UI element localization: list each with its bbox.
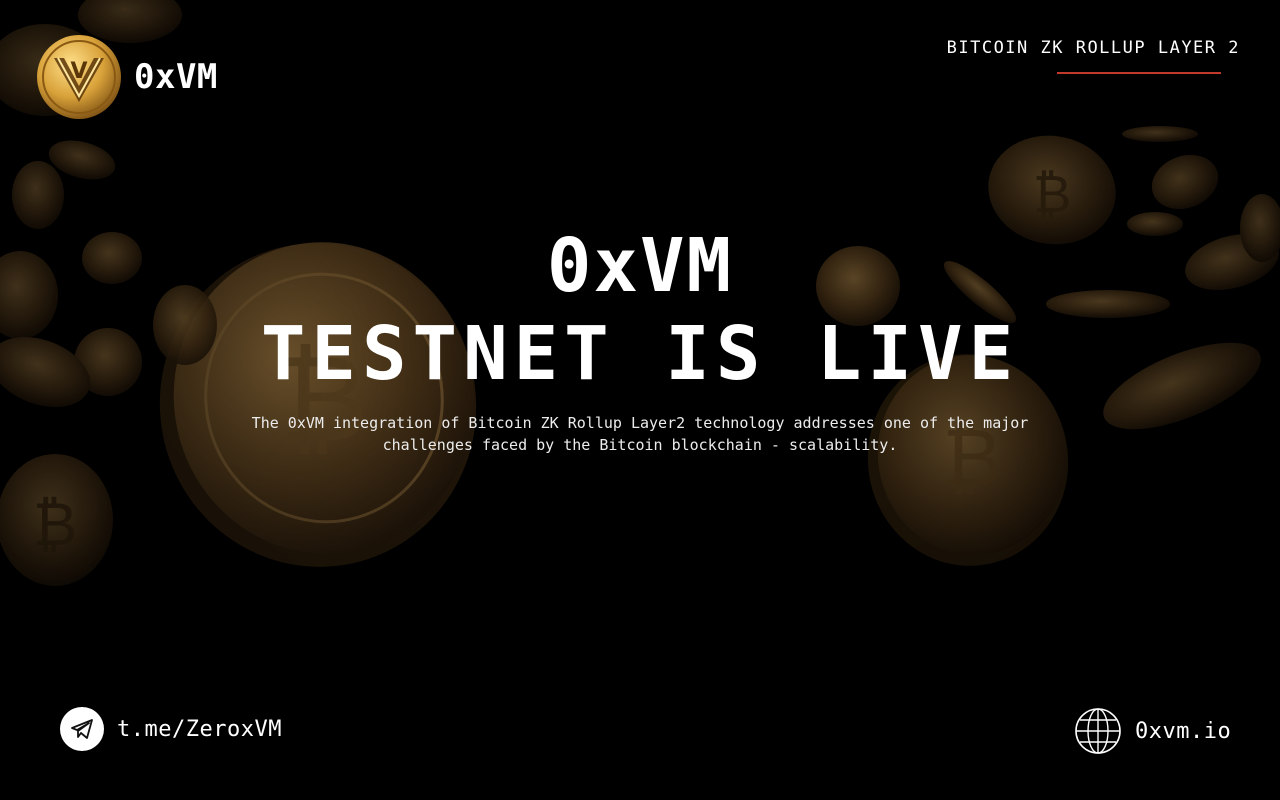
tagline-underline bbox=[1057, 72, 1221, 74]
hero-description-line2: challenges faced by the Bitcoin blockcha… bbox=[382, 436, 898, 454]
hero-heading: 0xVM TESTNET IS LIVE bbox=[0, 222, 1280, 398]
svg-text:V: V bbox=[70, 59, 87, 84]
website-link[interactable]: 0xvm.io bbox=[1074, 707, 1231, 755]
hero-description: The 0xVM integration of Bitcoin ZK Rollu… bbox=[210, 412, 1070, 456]
brand-name: 0xVM bbox=[134, 57, 218, 97]
coin-background: ₿ ₿ ₿ ₿ bbox=[0, 0, 1280, 800]
telegram-icon bbox=[60, 707, 104, 751]
bitcoin-v-logo-icon: V bbox=[37, 35, 121, 119]
telegram-link[interactable]: t.me/ZeroxVM bbox=[60, 707, 282, 751]
brand[interactable]: V 0xVM bbox=[36, 34, 218, 120]
website-link-text: 0xvm.io bbox=[1135, 718, 1232, 744]
header-tagline: BITCOIN ZK ROLLUP LAYER 2 bbox=[946, 38, 1240, 58]
globe-icon bbox=[1075, 708, 1121, 754]
telegram-link-text: t.me/ZeroxVM bbox=[117, 716, 282, 742]
hero-title-line2: TESTNET IS LIVE bbox=[260, 311, 1020, 397]
hero-description-line1: The 0xVM integration of Bitcoin ZK Rollu… bbox=[251, 414, 1029, 432]
hero-title-line1: 0xVM bbox=[546, 223, 734, 309]
